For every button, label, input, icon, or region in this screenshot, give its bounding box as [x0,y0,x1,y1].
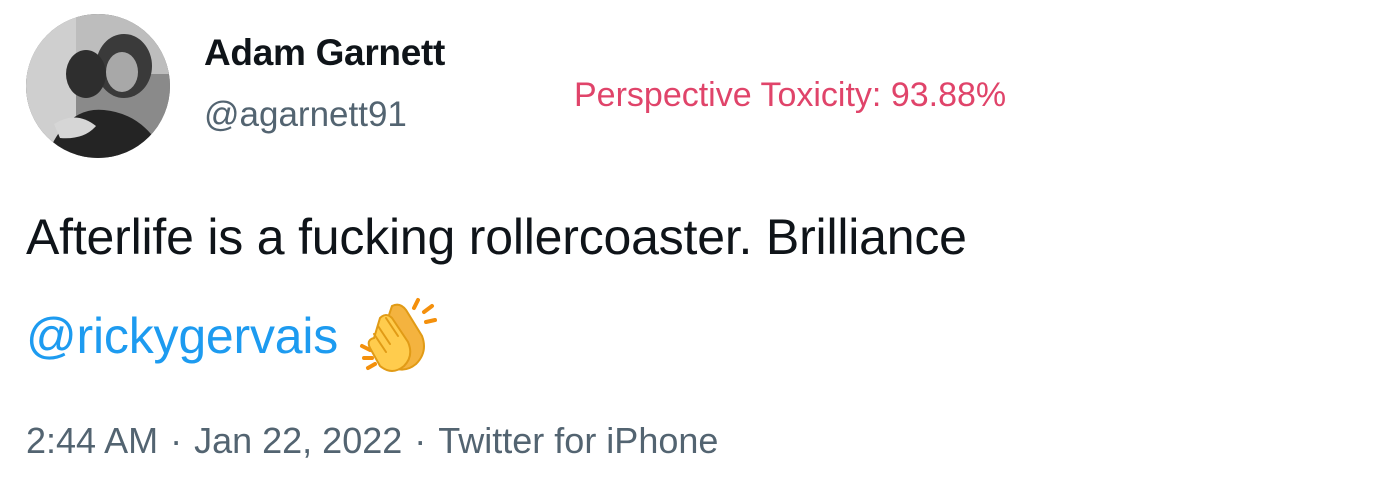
mention-link[interactable]: @rickygervais [26,307,338,365]
tweet-source[interactable]: Twitter for iPhone [438,420,718,461]
tweet-time[interactable]: 2:44 AM [26,420,158,461]
tweet-date[interactable]: Jan 22, 2022 [194,420,402,461]
display-name[interactable]: Adam Garnett [204,32,445,74]
meta-separator: · [414,420,427,461]
avatar-photo [26,14,170,158]
toxicity-score-label: Perspective Toxicity: 93.88% [574,76,1007,114]
meta-separator: · [170,420,183,461]
tweet-card: Adam Garnett @agarnett91 Perspective Tox… [0,0,1394,484]
tweet-text-line2: @rickygervais [26,296,440,376]
tweet-text: Afterlife is a fucking rollercoaster. Br… [26,209,967,265]
avatar[interactable] [26,14,170,158]
tweet-meta: 2:44 AM · Jan 22, 2022 · Twitter for iPhone [26,420,718,462]
clapping-hands-icon [356,296,440,376]
user-handle[interactable]: @agarnett91 [204,95,407,135]
